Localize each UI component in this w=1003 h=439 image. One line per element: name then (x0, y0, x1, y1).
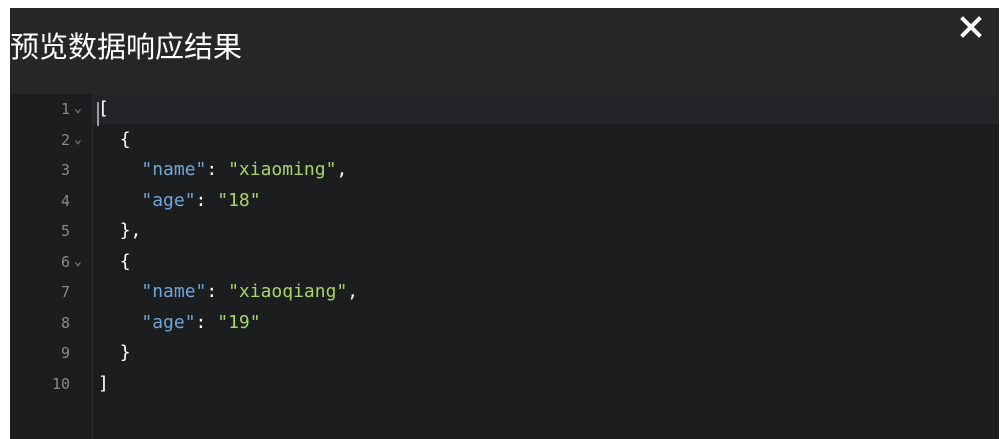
code-line: 6 ⌄ { (10, 249, 999, 275)
dialog-header: 预览数据响应结果 (10, 8, 999, 94)
line-number: 6 (60, 252, 70, 271)
json-string-value: "xiaoming" (228, 159, 337, 180)
json-punctuation: { (119, 128, 131, 150)
code-line: 2 ⌄ { (10, 127, 999, 153)
fold-toggle-icon[interactable]: ⌄ (74, 127, 86, 153)
json-string-value: "xiaoqiang" (228, 281, 348, 302)
line-number: 3 (60, 161, 70, 179)
code-text: "name": "xiaoqiang", (98, 279, 358, 305)
json-string-value: "19" (217, 311, 261, 333)
line-number: 1 (60, 100, 70, 118)
json-key: "name" (141, 281, 207, 302)
code-line: 7 "name": "xiaoqiang", (10, 279, 999, 305)
code-text: [ (98, 96, 109, 122)
json-key: "name" (141, 159, 207, 180)
code-line: 10] (10, 371, 999, 397)
code-text: ] (98, 371, 109, 397)
code-text: "name": "xiaoming", (98, 157, 347, 183)
close-icon[interactable] (958, 14, 984, 40)
line-number: 10 (51, 374, 70, 393)
json-code-editor[interactable]: 1 ⌄[2 ⌄ {3 "name": "xiaoming", 4 "age": "18… (10, 94, 999, 439)
code-line: 8 "age": "19" (10, 310, 999, 336)
json-key: "age" (141, 311, 196, 333)
json-punctuation: [ (98, 98, 109, 119)
line-number: 9 (60, 344, 70, 362)
dialog-title: 预览数据响应结果 (10, 30, 243, 64)
code-text: }, (98, 218, 142, 244)
json-comma: , (347, 281, 359, 302)
code-line: 5 }, (10, 218, 999, 244)
json-punctuation: ] (98, 372, 109, 394)
code-line: 3 "name": "xiaoming", (10, 157, 999, 183)
json-separator: : (206, 281, 229, 302)
code-line: 1 ⌄ [ (10, 96, 999, 122)
json-separator: : (206, 159, 229, 180)
line-number: 5 (60, 222, 70, 240)
json-separator: : (195, 311, 218, 333)
code-text: } (98, 340, 131, 366)
code-text: "age": "18" (98, 188, 261, 214)
code-text: "age": "19" (98, 310, 261, 336)
line-number: 4 (60, 191, 70, 210)
response-preview-dialog: 预览数据响应结果 1 ⌄[2 ⌄ {3 "name": "xiaoming", 4 "… (0, 0, 1003, 439)
json-separator: : (195, 189, 218, 211)
fold-toggle-icon[interactable]: ⌄ (74, 96, 86, 122)
json-key: "age" (141, 189, 196, 211)
code-line: 4 "age": "18" (10, 188, 999, 214)
close-icon-graphic (960, 16, 982, 38)
fold-toggle-icon[interactable]: ⌄ (74, 249, 86, 275)
code-line: 9 } (10, 340, 999, 366)
line-number: 7 (60, 283, 70, 301)
json-punctuation: } (119, 342, 131, 363)
code-text: { (98, 249, 131, 275)
json-punctuation: }, (119, 220, 142, 241)
json-punctuation: { (119, 250, 131, 272)
code-text: { (98, 127, 131, 153)
line-number: 8 (60, 313, 70, 332)
json-string-value: "18" (217, 189, 261, 211)
json-comma: , (336, 159, 348, 180)
line-number: 2 (60, 130, 70, 149)
dialog-panel: 预览数据响应结果 1 ⌄[2 ⌄ {3 "name": "xiaoming", 4 "… (10, 8, 999, 439)
